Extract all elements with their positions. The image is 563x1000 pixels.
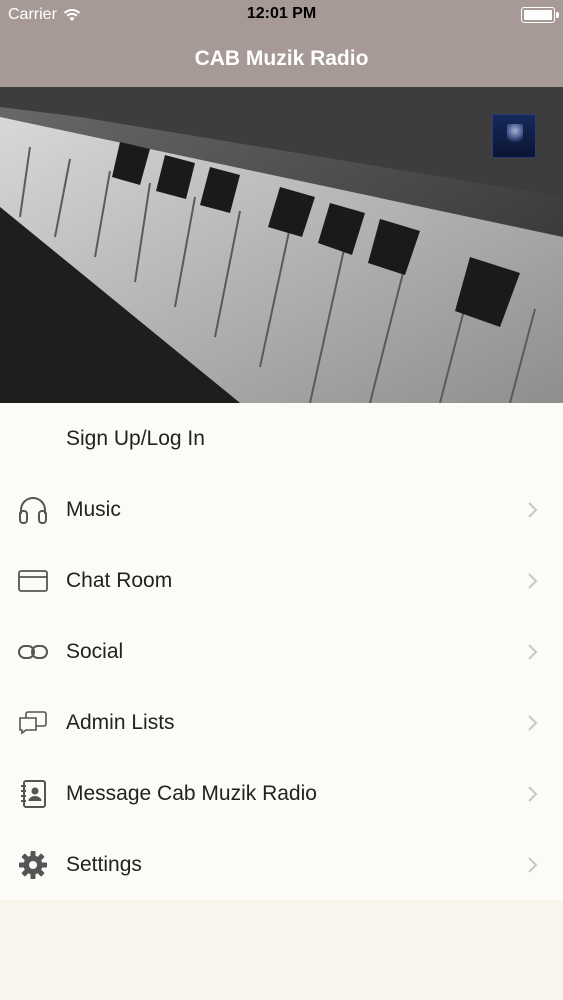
chevron-right-icon <box>527 785 563 803</box>
menu-item-admin-lists[interactable]: Admin Lists <box>0 687 563 758</box>
link-icon <box>0 644 66 660</box>
menu-item-label: Music <box>66 497 121 521</box>
chevron-right-icon <box>527 643 563 661</box>
battery-fill <box>524 10 552 20</box>
menu-item-music[interactable]: Music <box>0 474 563 545</box>
menu-item-settings[interactable]: Settings <box>0 829 563 900</box>
menu-item-label: Social <box>66 639 124 663</box>
station-logo <box>492 114 536 158</box>
chevron-right-icon <box>527 714 563 732</box>
hero-piano-image <box>0 87 563 403</box>
side-menu: Sign Up/Log In Music Chat Room Social Ad… <box>0 403 563 900</box>
chevron-right-icon <box>527 856 563 874</box>
menu-item-message-cab-muzik-radio[interactable]: Message Cab Muzik Radio <box>0 758 563 829</box>
menu-item-chat-room[interactable]: Chat Room <box>0 545 563 616</box>
page-title: CAB Muzik Radio <box>194 46 369 70</box>
menu-item-label: Admin Lists <box>66 710 175 734</box>
menu-item-label: Chat Room <box>66 568 173 592</box>
menu-item-label: Sign Up/Log In <box>66 426 205 450</box>
empty-area <box>0 900 563 1000</box>
chat-room-icon <box>0 569 66 592</box>
nav-bar: CAB Muzik Radio <box>0 30 563 87</box>
piano-keys-illustration <box>0 87 563 403</box>
chat-bubbles-icon <box>0 710 66 735</box>
menu-item-label: Settings <box>66 852 142 876</box>
chevron-right-icon <box>527 572 563 590</box>
chevron-right-icon <box>527 501 563 519</box>
gear-icon <box>0 850 66 879</box>
headphones-icon <box>0 496 66 524</box>
status-bar: Carrier <box>0 0 563 30</box>
battery-icon <box>521 7 559 23</box>
menu-item-label: Message Cab Muzik Radio <box>66 781 317 805</box>
contact-book-icon <box>0 779 66 808</box>
carrier-label: Carrier <box>8 6 57 23</box>
menu-item-social[interactable]: Social <box>0 616 563 687</box>
carrier-group: Carrier <box>8 6 81 24</box>
menu-item-sign-up-log-in[interactable]: Sign Up/Log In <box>0 403 563 474</box>
wifi-icon <box>63 8 81 22</box>
